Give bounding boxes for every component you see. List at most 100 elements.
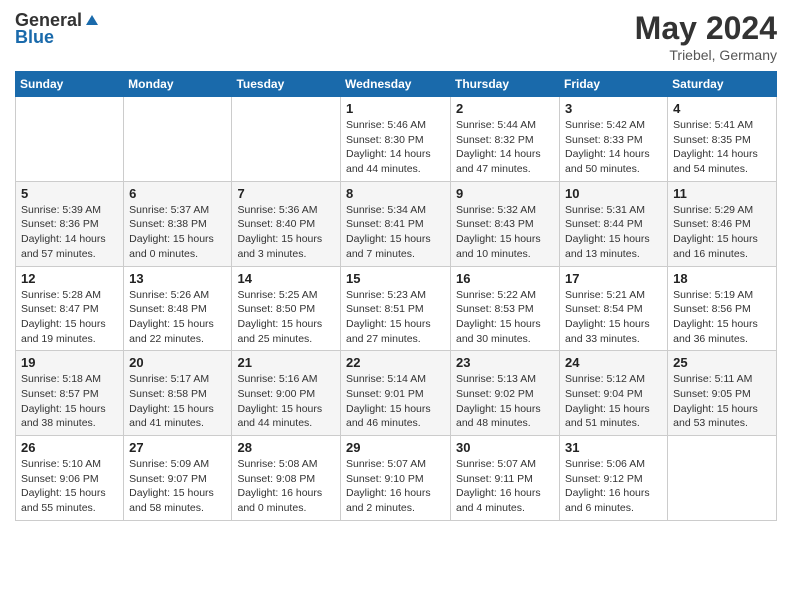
calendar-day-9: 9 Sunrise: 5:32 AM Sunset: 8:43 PM Daylig… bbox=[451, 181, 560, 266]
calendar-title: May 2024 bbox=[635, 10, 777, 47]
calendar-table: SundayMondayTuesdayWednesdayThursdayFrid… bbox=[15, 71, 777, 521]
calendar-week-1: 1 Sunrise: 5:46 AM Sunset: 8:30 PM Daylig… bbox=[16, 97, 777, 182]
day-number: 17 bbox=[565, 271, 662, 286]
calendar-day-2: 2Sunrise: 5:44 AM Sunset: 8:32 PM Daylig… bbox=[451, 97, 560, 182]
day-info: Sunrise: 5:06 AM Sunset: 9:12 PM Dayligh… bbox=[565, 457, 662, 516]
day-info: Sunrise: 5:26 AM Sunset: 8:48 PM Dayligh… bbox=[129, 288, 226, 347]
day-info: Sunrise: 5:44 AM Sunset: 8:32 PM Dayligh… bbox=[456, 118, 554, 177]
day-info: Sunrise: 5:13 AM Sunset: 9:02 PM Dayligh… bbox=[456, 372, 554, 431]
day-number: 3 bbox=[565, 101, 662, 116]
day-number: 4 bbox=[673, 101, 771, 116]
day-header-monday: Monday bbox=[124, 72, 232, 97]
logo-blue-text: Blue bbox=[15, 27, 54, 48]
day-info: Sunrise: 5:18 AM Sunset: 8:57 PM Dayligh… bbox=[21, 372, 118, 431]
header-row: SundayMondayTuesdayWednesdayThursdayFrid… bbox=[16, 72, 777, 97]
day-info: Sunrise: 5:31 AM Sunset: 8:44 PM Dayligh… bbox=[565, 203, 662, 262]
calendar-week-5: 26 Sunrise: 5:10 AM Sunset: 9:06 PM Dayli… bbox=[16, 436, 777, 521]
day-number: 11 bbox=[673, 186, 771, 201]
day-header-saturday: Saturday bbox=[668, 72, 777, 97]
day-info: Sunrise: 5:21 AM Sunset: 8:54 PM Dayligh… bbox=[565, 288, 662, 347]
day-number: 13 bbox=[129, 271, 226, 286]
day-number: 24 bbox=[565, 355, 662, 370]
day-info: Sunrise: 5:25 AM Sunset: 8:50 PM Dayligh… bbox=[237, 288, 335, 347]
calendar-day-17: 17 Sunrise: 5:21 AM Sunset: 8:54 PM Dayli… bbox=[560, 266, 668, 351]
calendar-header: SundayMondayTuesdayWednesdayThursdayFrid… bbox=[16, 72, 777, 97]
day-info: Sunrise: 5:10 AM Sunset: 9:06 PM Dayligh… bbox=[21, 457, 118, 516]
calendar-day-24: 24 Sunrise: 5:12 AM Sunset: 9:04 PM Dayli… bbox=[560, 351, 668, 436]
calendar-day-27: 27 Sunrise: 5:09 AM Sunset: 9:07 PM Dayli… bbox=[124, 436, 232, 521]
day-number: 16 bbox=[456, 271, 554, 286]
day-info: Sunrise: 5:07 AM Sunset: 9:11 PM Dayligh… bbox=[456, 457, 554, 516]
day-info: Sunrise: 5:09 AM Sunset: 9:07 PM Dayligh… bbox=[129, 457, 226, 516]
calendar-day-28: 28 Sunrise: 5:08 AM Sunset: 9:08 PM Dayli… bbox=[232, 436, 341, 521]
calendar-day-23: 23 Sunrise: 5:13 AM Sunset: 9:02 PM Dayli… bbox=[451, 351, 560, 436]
day-number: 10 bbox=[565, 186, 662, 201]
calendar-day-7: 7 Sunrise: 5:36 AM Sunset: 8:40 PM Daylig… bbox=[232, 181, 341, 266]
day-info: Sunrise: 5:19 AM Sunset: 8:56 PM Dayligh… bbox=[673, 288, 771, 347]
day-number: 19 bbox=[21, 355, 118, 370]
calendar-day-25: 25 Sunrise: 5:11 AM Sunset: 9:05 PM Dayli… bbox=[668, 351, 777, 436]
day-number: 22 bbox=[346, 355, 445, 370]
day-info: Sunrise: 5:29 AM Sunset: 8:46 PM Dayligh… bbox=[673, 203, 771, 262]
day-number: 9 bbox=[456, 186, 554, 201]
calendar-day-8: 8Sunrise: 5:34 AM Sunset: 8:41 PM Daylig… bbox=[341, 181, 451, 266]
day-number: 31 bbox=[565, 440, 662, 455]
day-info: Sunrise: 5:22 AM Sunset: 8:53 PM Dayligh… bbox=[456, 288, 554, 347]
day-number: 23 bbox=[456, 355, 554, 370]
calendar-day-18: 18 Sunrise: 5:19 AM Sunset: 8:56 PM Dayli… bbox=[668, 266, 777, 351]
calendar-week-3: 12 Sunrise: 5:28 AM Sunset: 8:47 PM Dayli… bbox=[16, 266, 777, 351]
logo: General Blue bbox=[15, 10, 100, 48]
day-number: 27 bbox=[129, 440, 226, 455]
title-block: May 2024 Triebel, Germany bbox=[635, 10, 777, 63]
day-number: 1 bbox=[346, 101, 445, 116]
day-info: Sunrise: 5:11 AM Sunset: 9:05 PM Dayligh… bbox=[673, 372, 771, 431]
day-number: 15 bbox=[346, 271, 445, 286]
day-info: Sunrise: 5:42 AM Sunset: 8:33 PM Dayligh… bbox=[565, 118, 662, 177]
calendar-day-4: 4 Sunrise: 5:41 AM Sunset: 8:35 PM Daylig… bbox=[668, 97, 777, 182]
day-number: 7 bbox=[237, 186, 335, 201]
calendar-day-10: 10 Sunrise: 5:31 AM Sunset: 8:44 PM Dayli… bbox=[560, 181, 668, 266]
calendar-day-21: 21Sunrise: 5:16 AM Sunset: 9:00 PM Dayli… bbox=[232, 351, 341, 436]
day-number: 5 bbox=[21, 186, 118, 201]
day-number: 29 bbox=[346, 440, 445, 455]
day-number: 20 bbox=[129, 355, 226, 370]
calendar-day-12: 12 Sunrise: 5:28 AM Sunset: 8:47 PM Dayli… bbox=[16, 266, 124, 351]
calendar-week-2: 5Sunrise: 5:39 AM Sunset: 8:36 PM Daylig… bbox=[16, 181, 777, 266]
empty-cell bbox=[16, 97, 124, 182]
day-number: 26 bbox=[21, 440, 118, 455]
day-info: Sunrise: 5:37 AM Sunset: 8:38 PM Dayligh… bbox=[129, 203, 226, 262]
calendar-day-31: 31 Sunrise: 5:06 AM Sunset: 9:12 PM Dayli… bbox=[560, 436, 668, 521]
day-info: Sunrise: 5:17 AM Sunset: 8:58 PM Dayligh… bbox=[129, 372, 226, 431]
day-number: 28 bbox=[237, 440, 335, 455]
calendar-day-6: 6Sunrise: 5:37 AM Sunset: 8:38 PM Daylig… bbox=[124, 181, 232, 266]
calendar-day-22: 22 Sunrise: 5:14 AM Sunset: 9:01 PM Dayli… bbox=[341, 351, 451, 436]
empty-cell bbox=[668, 436, 777, 521]
day-number: 14 bbox=[237, 271, 335, 286]
day-info: Sunrise: 5:32 AM Sunset: 8:43 PM Dayligh… bbox=[456, 203, 554, 262]
day-info: Sunrise: 5:41 AM Sunset: 8:35 PM Dayligh… bbox=[673, 118, 771, 177]
calendar-week-4: 19 Sunrise: 5:18 AM Sunset: 8:57 PM Dayli… bbox=[16, 351, 777, 436]
page-header: General Blue May 2024 Triebel, Germany bbox=[15, 10, 777, 63]
day-info: Sunrise: 5:14 AM Sunset: 9:01 PM Dayligh… bbox=[346, 372, 445, 431]
day-number: 21 bbox=[237, 355, 335, 370]
day-info: Sunrise: 5:34 AM Sunset: 8:41 PM Dayligh… bbox=[346, 203, 445, 262]
day-info: Sunrise: 5:12 AM Sunset: 9:04 PM Dayligh… bbox=[565, 372, 662, 431]
calendar-day-29: 29 Sunrise: 5:07 AM Sunset: 9:10 PM Dayli… bbox=[341, 436, 451, 521]
day-number: 30 bbox=[456, 440, 554, 455]
day-info: Sunrise: 5:07 AM Sunset: 9:10 PM Dayligh… bbox=[346, 457, 445, 516]
calendar-day-1: 1 Sunrise: 5:46 AM Sunset: 8:30 PM Daylig… bbox=[341, 97, 451, 182]
day-number: 18 bbox=[673, 271, 771, 286]
day-info: Sunrise: 5:28 AM Sunset: 8:47 PM Dayligh… bbox=[21, 288, 118, 347]
day-info: Sunrise: 5:36 AM Sunset: 8:40 PM Dayligh… bbox=[237, 203, 335, 262]
day-info: Sunrise: 5:08 AM Sunset: 9:08 PM Dayligh… bbox=[237, 457, 335, 516]
day-info: Sunrise: 5:46 AM Sunset: 8:30 PM Dayligh… bbox=[346, 118, 445, 177]
day-info: Sunrise: 5:23 AM Sunset: 8:51 PM Dayligh… bbox=[346, 288, 445, 347]
calendar-day-30: 30 Sunrise: 5:07 AM Sunset: 9:11 PM Dayli… bbox=[451, 436, 560, 521]
day-header-wednesday: Wednesday bbox=[341, 72, 451, 97]
calendar-day-19: 19 Sunrise: 5:18 AM Sunset: 8:57 PM Dayli… bbox=[16, 351, 124, 436]
day-header-friday: Friday bbox=[560, 72, 668, 97]
day-number: 12 bbox=[21, 271, 118, 286]
day-header-thursday: Thursday bbox=[451, 72, 560, 97]
calendar-day-11: 11 Sunrise: 5:29 AM Sunset: 8:46 PM Dayli… bbox=[668, 181, 777, 266]
day-number: 25 bbox=[673, 355, 771, 370]
